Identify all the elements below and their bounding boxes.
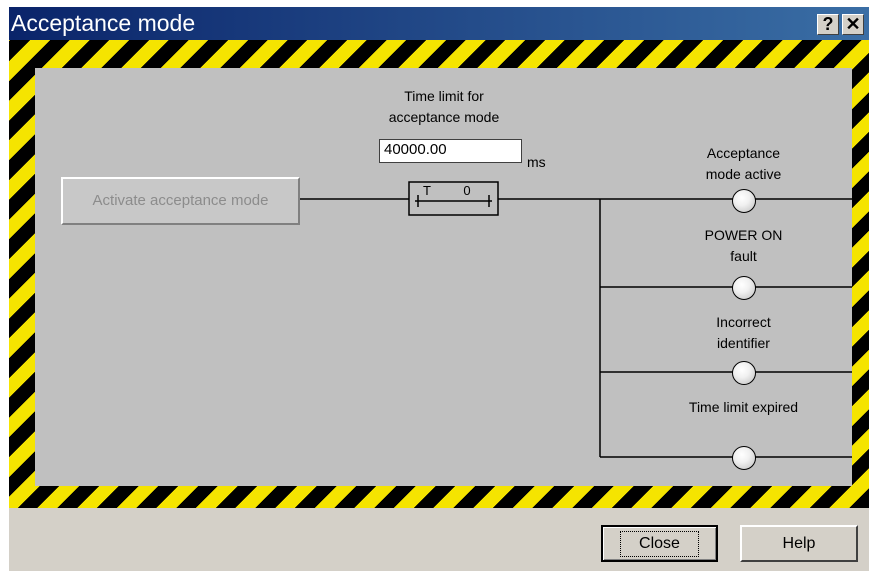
activate-acceptance-mode-button[interactable]: Activate acceptance mode [61, 177, 300, 225]
help-button[interactable]: Help [740, 525, 858, 562]
output-label-line1: POWER ON [704, 227, 783, 243]
time-limit-unit: ms [527, 154, 546, 170]
output-label-line1: Acceptance [706, 145, 781, 161]
timer-label-0: 0 [463, 183, 471, 198]
output-label-line2: mode active [705, 166, 782, 182]
title-bar: Acceptance mode ? ✕ [9, 7, 869, 40]
indicator-time-limit-expired [732, 446, 756, 470]
close-icon[interactable]: ✕ [842, 14, 864, 35]
time-limit-label: Time limit for acceptance mode [365, 86, 523, 128]
time-limit-label-line2: acceptance mode [388, 109, 500, 125]
output-label-line2: identifier [717, 335, 770, 351]
indicator-power-on-fault [732, 276, 756, 300]
timer-label-t: T [423, 183, 431, 198]
diagram-panel: Time limit for acceptance mode T 0 ms Ac… [35, 68, 852, 486]
indicator-acceptance-active [732, 189, 756, 213]
output-label-incorrect-identifier: Incorrect identifier [666, 312, 821, 354]
time-limit-label-line1: Time limit for [404, 88, 484, 104]
output-label-line1: Incorrect [716, 314, 771, 330]
close-button-label: Close [620, 531, 699, 557]
wiring-diagram [300, 181, 852, 458]
acceptance-mode-window: Acceptance mode ? ✕ Time limit for accep… [9, 7, 869, 571]
output-label-line2: fault [730, 248, 757, 264]
output-label-power-on-fault: POWER ON fault [666, 225, 821, 267]
help-icon[interactable]: ? [817, 14, 839, 35]
close-button[interactable]: Close [601, 525, 718, 562]
output-label-acceptance-active: Acceptance mode active [666, 143, 821, 185]
indicator-incorrect-identifier [732, 361, 756, 385]
output-label-time-limit-expired: Time limit expired [688, 399, 799, 415]
time-limit-input[interactable]: 40000.00 [379, 139, 522, 163]
window-title: Acceptance mode [11, 10, 196, 36]
